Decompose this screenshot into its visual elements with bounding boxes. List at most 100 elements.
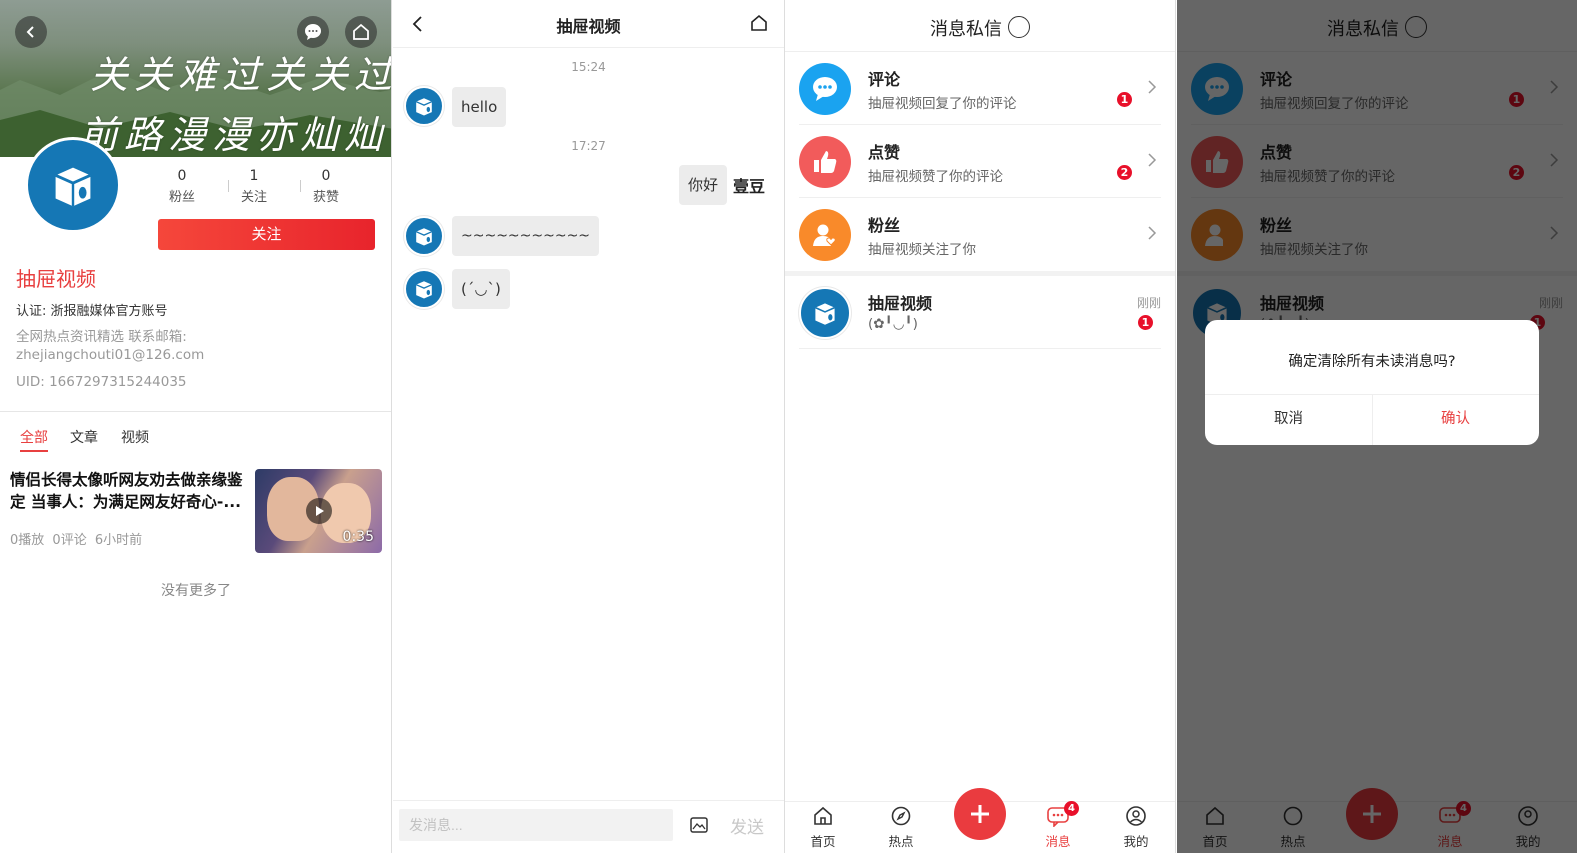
unread-badge: 1 xyxy=(1138,315,1153,330)
home-icon xyxy=(353,23,369,40)
divider xyxy=(799,124,1161,125)
chat-header: 抽屉视频 xyxy=(393,0,784,48)
news-time: 6小时前 xyxy=(94,533,143,548)
tab-articles[interactable]: 文章 xyxy=(70,427,98,447)
plus-icon xyxy=(971,805,989,823)
confirm-dialog: 确定清除所有未读消息吗? 取消 确认 xyxy=(1205,320,1539,445)
message-button[interactable] xyxy=(297,16,329,48)
chat-title: 抽屉视频 xyxy=(556,17,621,36)
user-icon xyxy=(1126,806,1146,826)
row-likes[interactable]: 点赞 抽屉视频赞了你的评论 2 xyxy=(785,126,1175,198)
dialog-message: 确定清除所有未读消息吗? xyxy=(1288,354,1456,370)
box-logo-icon xyxy=(415,228,433,246)
tab-me[interactable]: 我的 xyxy=(1106,805,1166,850)
row-subtitle: 抽屉视频关注了你 xyxy=(868,242,976,258)
profile-certification: 认证: 浙报融媒体官方账号 xyxy=(16,304,168,319)
chat-screen: 抽屉视频 15:24 hello 17:27 你好 壹豆 ~~~~~~~~~~~… xyxy=(393,0,785,853)
chat-input-bar: 发送 xyxy=(393,800,784,853)
profile-screen: 关关难过关关过 前路漫漫亦灿灿 0 粉丝 1 关注 0 获赞 关注 抽屉视频 认 xyxy=(0,0,392,853)
news-title[interactable]: 情侣长得太像听网友劝去做亲缘鉴定 当事人：为满足网友好奇心-... xyxy=(10,469,248,513)
home-icon[interactable] xyxy=(750,14,768,32)
profile-avatar[interactable] xyxy=(25,137,121,233)
message-input[interactable] xyxy=(399,809,673,841)
stat-following-label: 关注 xyxy=(240,190,267,205)
stat-fans-label: 粉丝 xyxy=(168,190,195,205)
video-duration: 0:35 xyxy=(342,529,374,545)
box-logo-icon xyxy=(55,167,91,207)
sender-avatar[interactable] xyxy=(404,269,444,309)
profile-uid: UID: 1667297315244035 xyxy=(16,374,187,390)
divider xyxy=(799,348,1161,349)
tab-label: 热点 xyxy=(888,834,914,849)
row-fans[interactable]: 粉丝 抽屉视频关注了你 xyxy=(785,199,1175,271)
confirm-button[interactable]: 确认 xyxy=(1372,394,1539,445)
messages-title: 消息私信 xyxy=(930,19,1002,40)
send-button[interactable]: 发送 xyxy=(730,813,764,838)
tab-label: 消息 xyxy=(1045,834,1071,849)
row-name: 粉丝 xyxy=(868,216,901,235)
chevron-right-icon xyxy=(1148,226,1157,240)
clear-broom-icon[interactable] xyxy=(1008,16,1030,38)
row-name: 点赞 xyxy=(868,143,901,162)
divider xyxy=(799,197,1161,198)
row-name: 评论 xyxy=(868,70,901,89)
profile-banner: 关关难过关关过 前路漫漫亦灿灿 xyxy=(0,0,392,157)
stat-likes-label: 获赞 xyxy=(312,190,339,205)
user-heart-icon xyxy=(799,209,851,261)
section-gap xyxy=(785,271,1175,276)
publish-button[interactable] xyxy=(954,788,1006,840)
tab-messages[interactable]: 4 消息 xyxy=(1028,801,1088,850)
message-bubble: hello xyxy=(452,87,507,127)
tab-videos[interactable]: 视频 xyxy=(121,427,149,447)
tab-underline xyxy=(20,450,48,452)
profile-description: 全网热点资讯精选 联系邮箱: zhejiangchouti01@126.com xyxy=(16,329,205,363)
chat-timestamp: 15:24 xyxy=(571,60,606,74)
sender-avatar[interactable] xyxy=(404,86,444,126)
profile-name: 抽屉视频 xyxy=(16,267,96,291)
row-subtitle: 抽屉视频赞了你的评论 xyxy=(868,169,1003,185)
tab-all[interactable]: 全部 xyxy=(20,427,48,447)
cancel-button[interactable]: 取消 xyxy=(1205,394,1372,445)
self-message-bubble: 你好 xyxy=(679,165,728,205)
tab-home[interactable]: 首页 xyxy=(793,805,853,850)
dm-avatar xyxy=(799,287,851,339)
stat-fans-value: 0 xyxy=(177,168,187,184)
chevron-right-icon xyxy=(1148,153,1157,167)
messages-title-wrap: 消息私信 xyxy=(785,15,1175,41)
chevron-right-icon xyxy=(1148,80,1157,94)
no-more-text: 没有更多了 xyxy=(161,583,231,599)
row-comments[interactable]: 评论 抽屉视频回复了你的评论 1 xyxy=(785,53,1175,125)
banner-calligraphy-line2: 前路漫漫亦灿灿 xyxy=(80,113,389,157)
follow-button[interactable]: 关注 xyxy=(158,219,375,250)
home-button[interactable] xyxy=(345,16,377,48)
news-comments: 0评论 xyxy=(52,533,87,548)
divider xyxy=(0,411,391,412)
self-avatar[interactable]: 壹豆 xyxy=(729,165,769,205)
play-icon xyxy=(316,506,324,516)
stat-following[interactable]: 1 关注 xyxy=(224,168,284,205)
messages-screen: 消息私信 评论 抽屉视频回复了你的评论 1 点赞 抽屉视频赞了你的评论 2 粉丝… xyxy=(785,0,1176,853)
stat-likes[interactable]: 0 获赞 xyxy=(296,168,356,205)
dm-name: 抽屉视频 xyxy=(868,294,933,313)
comment-icon xyxy=(799,63,851,115)
unread-badge: 1 xyxy=(1117,92,1132,107)
tab-hot[interactable]: 热点 xyxy=(871,805,931,850)
tab-label: 我的 xyxy=(1123,834,1149,849)
back-button[interactable] xyxy=(15,16,47,48)
unread-badge: 2 xyxy=(1117,165,1132,180)
message-bubble: ~~~~~~~~~~~ xyxy=(452,216,600,256)
play-button[interactable] xyxy=(306,498,332,524)
row-subtitle: 抽屉视频回复了你的评论 xyxy=(868,96,1017,112)
news-thumbnail[interactable]: 0:35 xyxy=(255,469,382,553)
compass-icon xyxy=(891,806,911,826)
dm-preview: (✿╹◡╹) xyxy=(868,316,918,332)
stat-fans[interactable]: 0 粉丝 xyxy=(152,168,212,205)
banner-calligraphy-line1: 关关难过关关过 xyxy=(90,53,392,97)
image-icon[interactable] xyxy=(689,815,709,835)
stat-likes-value: 0 xyxy=(321,168,331,184)
dm-row[interactable]: 抽屉视频 (✿╹◡╹) 刚刚 1 xyxy=(785,277,1175,349)
sender-avatar[interactable] xyxy=(404,216,444,256)
chat-bubble-icon xyxy=(305,24,321,40)
message-bubble: (´◡`) xyxy=(452,269,510,309)
box-logo-icon xyxy=(415,281,433,299)
